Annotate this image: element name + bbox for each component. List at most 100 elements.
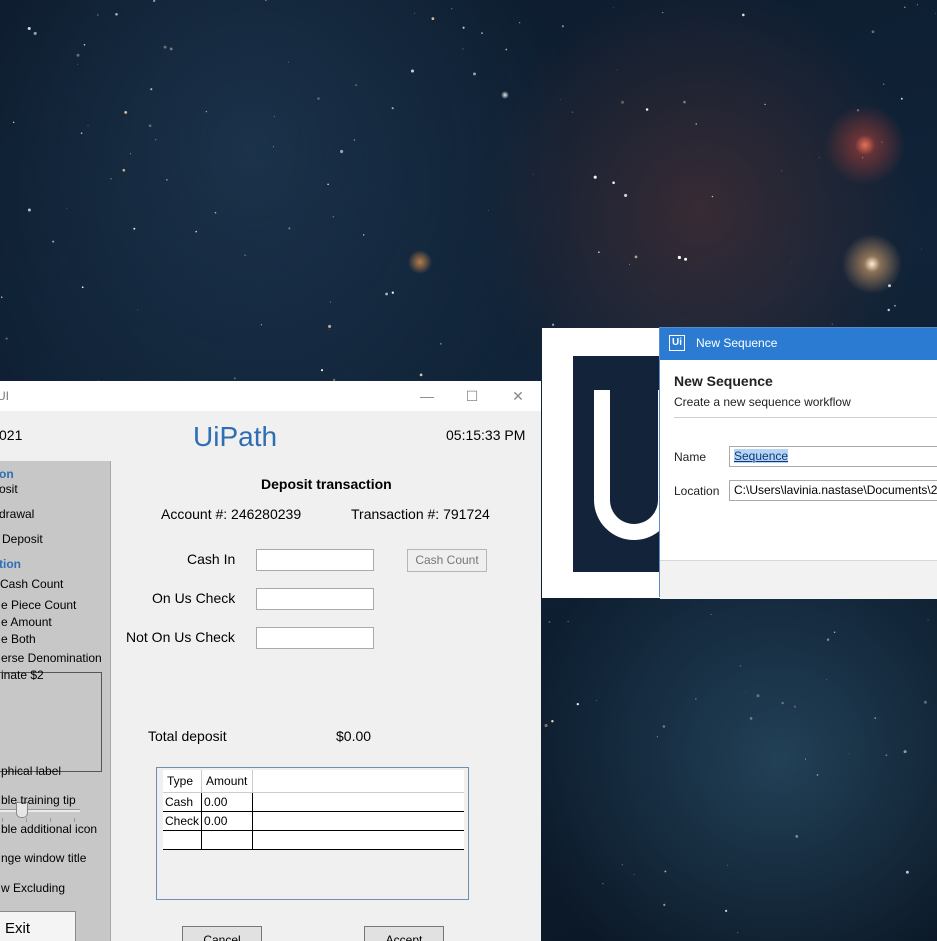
column-header-amount[interactable]: Amount: [201, 770, 254, 793]
star: [871, 30, 875, 34]
star: [695, 123, 697, 125]
star: [662, 725, 666, 728]
star: [881, 141, 883, 143]
star: [274, 115, 275, 117]
checkbox-training-tip[interactable]: ble training tip: [1, 793, 76, 807]
app-title: UI: [0, 389, 9, 403]
star: [329, 301, 331, 303]
name-input[interactable]: Sequence: [729, 446, 937, 467]
star: [816, 774, 819, 776]
star: [473, 72, 476, 76]
cash-in-input[interactable]: [256, 549, 374, 571]
accept-button[interactable]: Accept: [364, 926, 444, 941]
star: [567, 620, 569, 622]
star: [462, 26, 465, 29]
star: [439, 342, 442, 345]
star: [273, 146, 274, 148]
on-us-check-input[interactable]: [256, 588, 374, 610]
sidebar-option-deposit[interactable]: osit: [0, 482, 18, 496]
star: [205, 110, 208, 113]
star: [602, 883, 604, 885]
brand-title: UiPath: [193, 421, 278, 452]
star: [33, 31, 37, 35]
star: [737, 932, 739, 934]
checkbox-graphical-label[interactable]: phical label: [1, 764, 61, 778]
star: [874, 717, 877, 719]
star: [0, 296, 3, 298]
cell-type[interactable]: Cash: [163, 792, 203, 812]
star: [544, 723, 548, 728]
sidebar-option-withdrawal[interactable]: drawal: [0, 507, 34, 521]
star: [677, 255, 681, 260]
slider-track[interactable]: [0, 809, 80, 812]
minimize-button[interactable]: —: [414, 385, 440, 407]
uipath-splash-frame: [542, 328, 674, 598]
sidebar-option-cash-count[interactable]: Cash Count: [0, 577, 63, 591]
star: [894, 304, 896, 307]
star: [195, 230, 198, 233]
star: [664, 870, 667, 873]
sidebar-option-amount[interactable]: e Amount: [1, 615, 52, 629]
star: [831, 323, 833, 325]
column-header-empty: [252, 770, 465, 793]
cell-amount[interactable]: 0.00: [201, 811, 254, 831]
checkbox-excluding[interactable]: w Excluding: [1, 881, 65, 895]
total-deposit-label: Total deposit: [148, 728, 227, 744]
star: [505, 48, 508, 51]
cash-count-button[interactable]: Cash Count: [407, 549, 487, 572]
star: [353, 139, 356, 141]
star: [328, 324, 332, 328]
star: [66, 208, 68, 210]
star: [462, 48, 464, 50]
cell-amount[interactable]: [201, 830, 254, 850]
star: [595, 699, 598, 701]
star: [833, 631, 836, 634]
cell-amount[interactable]: 0.00: [201, 792, 254, 812]
table-row[interactable]: Cash 0.00: [163, 792, 465, 812]
star: [155, 139, 157, 141]
close-button[interactable]: ✕: [505, 385, 531, 407]
star: [916, 4, 918, 6]
star: [329, 329, 330, 330]
sidebar-option-both[interactable]: e Both: [1, 632, 36, 646]
star: [903, 750, 907, 754]
cell-type[interactable]: Check: [163, 811, 203, 831]
star: [340, 149, 344, 154]
star: [620, 100, 625, 104]
sidebar-option-eliminate-2[interactable]: inate $2: [1, 668, 44, 682]
sidebar-option-reverse-denomination[interactable]: erse Denomination: [1, 651, 102, 665]
table-row-new[interactable]: [163, 830, 465, 850]
clock-label: 05:15:33 PM: [446, 427, 526, 443]
star: [923, 700, 927, 704]
cancel-button[interactable]: Cancel: [182, 926, 262, 941]
sidebar-option-deposit-alt[interactable]: Deposit: [2, 532, 43, 546]
star: [169, 47, 173, 51]
star: [818, 157, 820, 158]
star: [711, 195, 714, 198]
on-us-check-label: On Us Check: [152, 590, 236, 606]
star: [97, 14, 99, 16]
star: [77, 63, 79, 65]
star: [52, 240, 55, 243]
transaction-number: Transaction #: 791724: [351, 506, 490, 522]
table-row[interactable]: Check 0.00: [163, 811, 465, 831]
dialog-heading: New Sequence: [674, 373, 773, 389]
sidebar-option-piece-count[interactable]: e Piece Count: [1, 598, 76, 612]
star: [317, 97, 320, 100]
cell-type[interactable]: [163, 830, 203, 850]
maximize-button[interactable]: ☐: [459, 385, 485, 407]
star: [727, 864, 729, 866]
new-sequence-dialog: Ui New Sequence New Sequence Create a ne…: [659, 327, 937, 599]
star: [419, 373, 423, 377]
checkbox-additional-icon[interactable]: ble additional icon: [1, 822, 97, 836]
not-on-us-check-input[interactable]: [256, 627, 374, 649]
checkbox-change-window-title[interactable]: nge window title: [1, 851, 86, 865]
star: [488, 209, 490, 211]
star: [560, 98, 561, 100]
deposit-grid[interactable]: Type Amount Cash 0.00 Check 0.00: [156, 767, 469, 900]
account-number: Account #: 246280239: [161, 506, 302, 522]
exit-button[interactable]: Exit: [0, 911, 76, 941]
column-header-type[interactable]: Type: [163, 770, 203, 793]
location-input[interactable]: C:\Users\lavinia.nastase\Documents\20: [729, 480, 937, 501]
star: [756, 694, 760, 698]
